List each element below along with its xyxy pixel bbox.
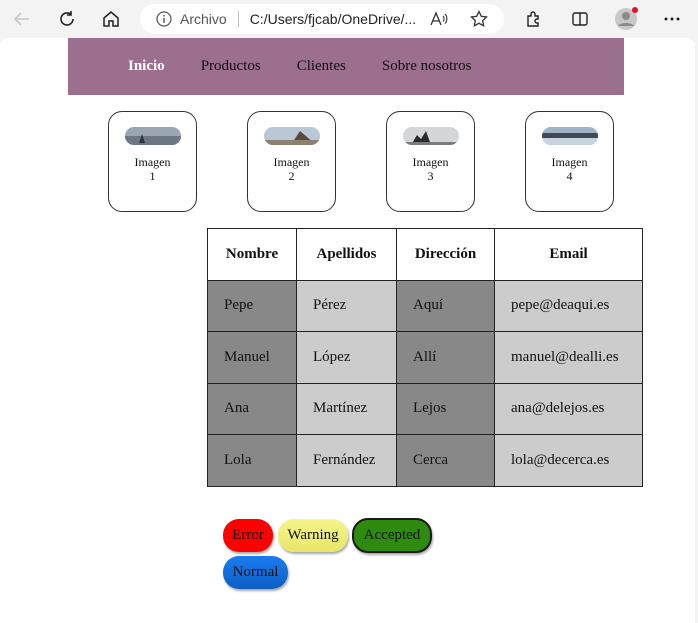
address-separator [237, 11, 239, 27]
card-thumbnail [124, 127, 181, 145]
cell-nombre: Lola [207, 434, 297, 487]
nav-item-inicio[interactable]: Inicio [128, 58, 165, 75]
main-navbar: Inicio Productos Clientes Sobre nosotros [68, 38, 624, 95]
cell-nombre: Manuel [207, 331, 297, 384]
refresh-icon[interactable] [55, 7, 79, 31]
cell-direccion: Aquí [396, 279, 495, 332]
header-direccion: Dirección [396, 228, 495, 281]
table-row: Pepe Pérez Aquí pepe@deaqui.es [207, 279, 643, 332]
table-row: Manuel López Allí manuel@dealli.es [207, 331, 643, 384]
page-viewport: Inicio Productos Clientes Sobre nosotros… [0, 38, 695, 623]
cell-apellidos: López [296, 331, 397, 384]
file-scheme-label: Archivo [180, 11, 227, 27]
cell-apellidos: Martínez [296, 382, 397, 435]
card-thumbnail [541, 127, 598, 145]
card-label: Imagen 1 [134, 155, 171, 183]
extensions-icon[interactable] [522, 7, 546, 31]
header-apellidos: Apellidos [296, 228, 397, 281]
cell-email: lola@decerca.es [494, 434, 643, 487]
more-options-icon[interactable] [660, 7, 684, 31]
clients-table: Nombre Apellidos Dirección Email Pepe Pé… [207, 228, 643, 487]
split-screen-icon[interactable] [568, 7, 592, 31]
card-label: Imagen 2 [273, 155, 310, 183]
read-aloud-icon[interactable] [430, 11, 448, 30]
accepted-button[interactable]: Accepted [352, 518, 432, 553]
error-button[interactable]: Error [223, 519, 273, 552]
nav-item-productos[interactable]: Productos [201, 58, 261, 75]
cell-direccion: Cerca [396, 434, 495, 487]
cell-direccion: Allí [396, 331, 495, 384]
nav-item-sobre-nosotros[interactable]: Sobre nosotros [382, 58, 472, 75]
back-icon[interactable] [10, 7, 34, 31]
card-thumbnail [402, 127, 459, 145]
table-row: Lola Fernández Cerca lola@decerca.es [207, 434, 643, 487]
favorite-star-icon[interactable] [470, 9, 488, 31]
image-card-4[interactable]: Imagen 4 [525, 111, 614, 212]
address-bar[interactable]: Archivo C:/Users/fjcab/OneDrive/... [140, 4, 504, 34]
cell-direccion: Lejos [396, 382, 495, 435]
cell-nombre: Pepe [207, 279, 297, 332]
home-icon[interactable] [99, 7, 123, 31]
card-label: Imagen 4 [551, 155, 588, 183]
card-label: Imagen 3 [412, 155, 449, 183]
header-email: Email [494, 228, 643, 281]
header-nombre: Nombre [207, 228, 297, 281]
image-card-3[interactable]: Imagen 3 [386, 111, 475, 212]
info-icon[interactable] [156, 11, 172, 27]
normal-button[interactable]: Normal [223, 556, 288, 589]
profile-avatar-icon[interactable] [614, 7, 638, 31]
card-thumbnail [263, 127, 320, 145]
table-row: Ana Martínez Lejos ana@delejos.es [207, 382, 643, 435]
cell-email: pepe@deaqui.es [494, 279, 643, 332]
image-card-2[interactable]: Imagen 2 [247, 111, 336, 212]
cell-apellidos: Pérez [296, 279, 397, 332]
cell-nombre: Ana [207, 382, 297, 435]
browser-toolbar: Archivo C:/Users/fjcab/OneDrive/... [0, 0, 698, 38]
image-card-1[interactable]: Imagen 1 [108, 111, 197, 212]
url-text[interactable]: C:/Users/fjcab/OneDrive/... [250, 11, 416, 27]
cell-email: ana@delejos.es [494, 382, 643, 435]
cell-email: manuel@dealli.es [494, 331, 643, 384]
warning-button[interactable]: Warning [278, 519, 348, 552]
cell-apellidos: Fernández [296, 434, 397, 487]
nav-item-clientes[interactable]: Clientes [297, 58, 346, 75]
table-header-row: Nombre Apellidos Dirección Email [207, 228, 643, 281]
